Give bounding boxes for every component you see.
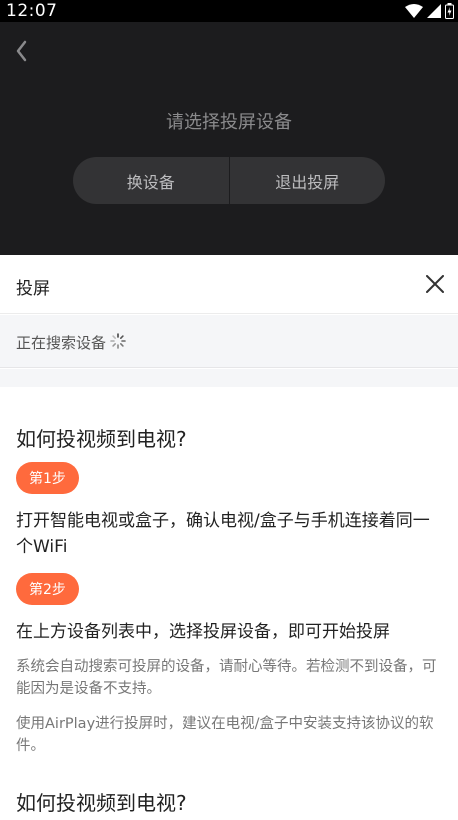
step-2-text: 在上方设备列表中，选择投屏设备，即可开始投屏 <box>16 622 390 642</box>
cast-sheet: 投屏 正在搜索设备 如何投视频到电视? 第1步 打开智能电视或盒子，确认电视/盒… <box>0 255 458 820</box>
searching-text: 正在搜索设备 <box>16 334 107 352</box>
step-1-badge: 第1步 <box>16 462 79 494</box>
status-icons <box>405 2 454 20</box>
exit-cast-button[interactable]: 退出投屏 <box>230 157 386 204</box>
step-2-badge: 第2步 <box>16 573 79 605</box>
chevron-left-icon <box>16 40 27 62</box>
help-heading: 如何投视频到电视? <box>16 427 187 451</box>
help-note-2: 使用AirPlay进行投屏时，建议在电视/盒子中安装支持该协议的软件。 <box>16 716 434 754</box>
close-button[interactable] <box>422 271 448 297</box>
sheet-title: 投屏 <box>16 279 50 299</box>
cast-player-panel: 请选择投屏设备 换设备 退出投屏 <box>0 22 458 255</box>
player-title: 请选择投屏设备 <box>166 112 292 133</box>
signal-icon <box>427 4 441 18</box>
sheet-header: 投屏 <box>0 255 458 314</box>
battery-icon <box>445 3 454 19</box>
status-bar: 12:07 <box>0 0 458 22</box>
status-time: 12:07 <box>6 1 58 21</box>
loading-spinner-icon <box>110 333 126 349</box>
help-heading-2: 如何投视频到电视? <box>16 791 187 815</box>
back-button[interactable] <box>8 36 34 66</box>
close-icon <box>426 275 444 293</box>
wifi-icon <box>405 4 423 18</box>
step-1-text: 打开智能电视或盒子，确认电视/盒子与手机连接着同一个WiFi <box>16 511 430 557</box>
device-search-row: 正在搜索设备 <box>0 315 458 368</box>
section-divider <box>0 369 458 387</box>
switch-device-button[interactable]: 换设备 <box>73 157 229 204</box>
cast-button-group: 换设备 退出投屏 <box>73 157 385 204</box>
help-note-1: 系统会自动搜索可投屏的设备，请耐心等待。若检测不到设备，可能因为是设备不支持。 <box>16 659 437 697</box>
